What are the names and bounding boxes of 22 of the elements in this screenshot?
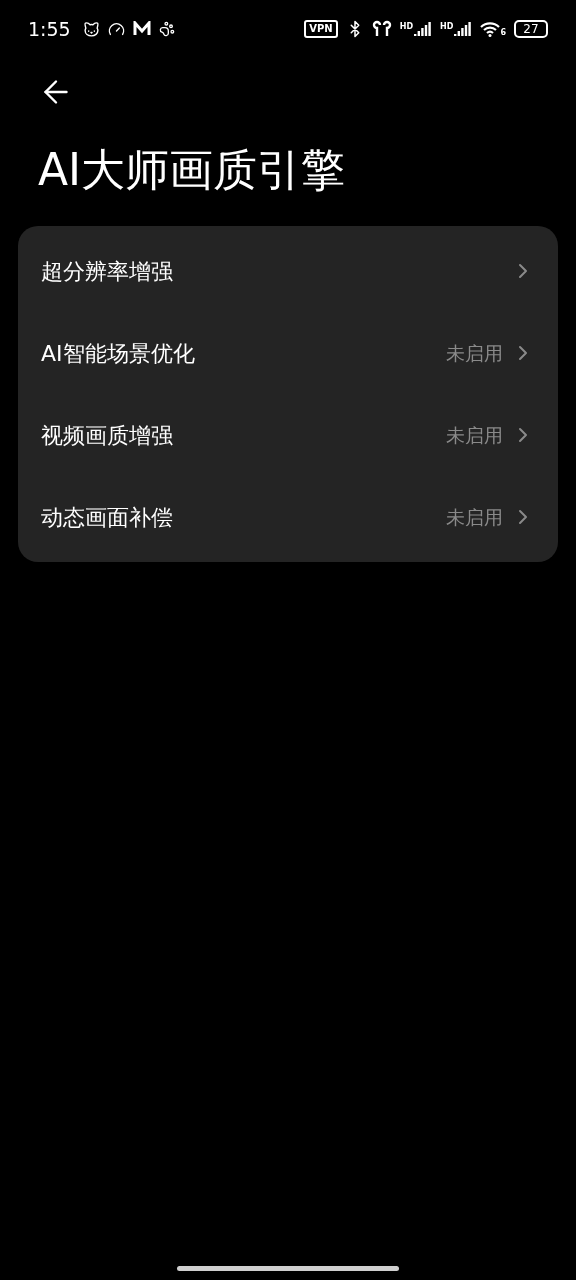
page-title: AI大师画质引擎 [37,143,347,197]
paw-icon [158,21,175,37]
settings-item[interactable]: AI智能场景优化 未启用 [18,312,558,394]
cat-icon [82,20,100,38]
hd-label: HD [440,22,454,31]
signal-icon [454,22,473,36]
mail-icon [132,21,151,37]
signal-icon [414,22,433,36]
status-text: 未启用 [446,422,503,448]
settings-item[interactable]: 动态画面补偿 未启用 [18,476,558,558]
wifi-icon [480,21,501,37]
settings-item[interactable]: 视频画质增强 未启用 [18,394,558,476]
wifi-label: 6 [500,28,506,37]
status-text: 未启用 [446,340,503,366]
battery-icon: 27 [514,20,548,38]
earbuds-icon [371,20,392,38]
status-text: 未启用 [446,504,503,530]
settings-item[interactable]: 超分辨率增强 [18,230,558,312]
vpn-badge: VPN [304,20,338,38]
gauge-icon [107,20,125,38]
clock: 1:55 [28,16,71,42]
hd-label: HD [399,22,414,31]
